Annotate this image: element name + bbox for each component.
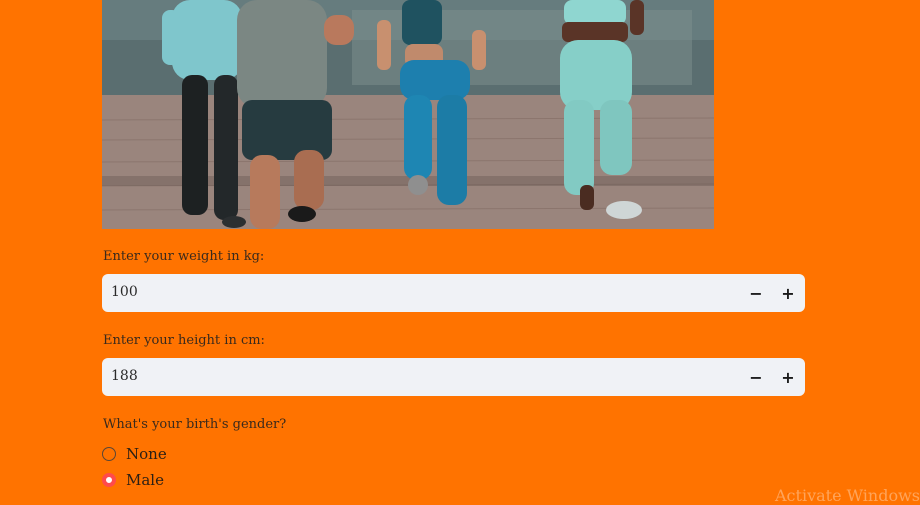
hero-image <box>102 0 714 229</box>
weight-label: Enter your weight in kg: <box>103 249 265 264</box>
gender-option-label: None <box>126 445 167 463</box>
height-decrement-button[interactable]: − <box>743 364 769 390</box>
gender-option-label: Male <box>126 471 164 489</box>
gender-label: What's your birth's gender? <box>103 417 287 432</box>
activate-windows-watermark: Activate Windows <box>775 486 920 505</box>
gender-option-male[interactable]: Male <box>102 471 164 489</box>
height-increment-button[interactable]: + <box>775 364 801 390</box>
weight-increment-button[interactable]: + <box>775 280 801 306</box>
gender-option-none[interactable]: None <box>102 445 167 463</box>
weight-value[interactable]: 100 <box>111 284 138 300</box>
height-input[interactable]: 188 − + <box>102 358 805 396</box>
height-value[interactable]: 188 <box>111 368 138 384</box>
height-label: Enter your height in cm: <box>103 333 265 348</box>
radio-male[interactable] <box>102 473 116 487</box>
weight-decrement-button[interactable]: − <box>743 280 769 306</box>
radio-none[interactable] <box>102 447 116 461</box>
weight-input[interactable]: 100 − + <box>102 274 805 312</box>
